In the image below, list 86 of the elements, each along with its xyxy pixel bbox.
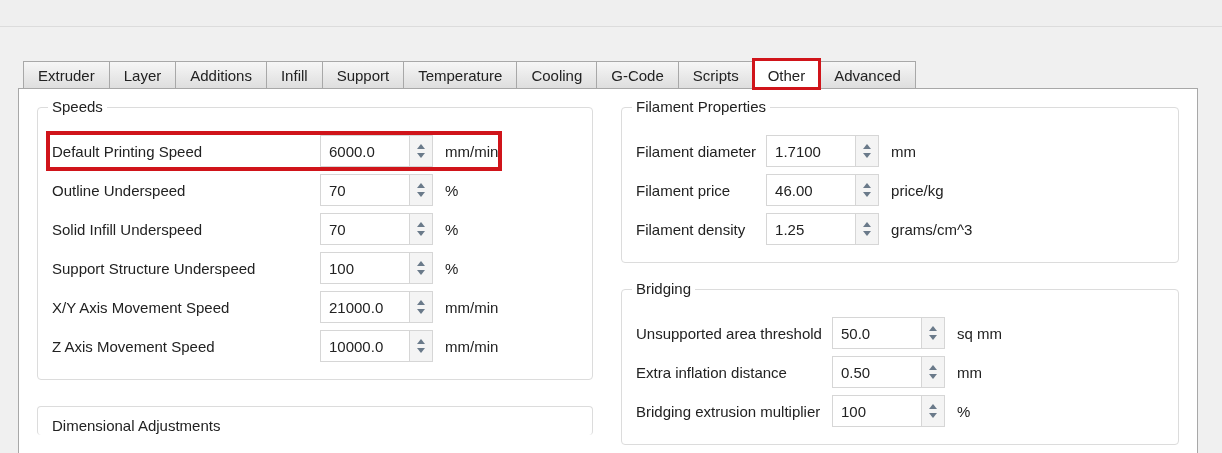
unit-label: mm — [890, 141, 918, 162]
tab[interactable]: G-Code — [596, 61, 679, 88]
unit-label: % — [444, 219, 460, 240]
tab[interactable]: Layer — [108, 61, 177, 88]
spin-control[interactable] — [409, 330, 433, 362]
down-arrow-icon — [417, 309, 425, 314]
unit-label: mm/min — [444, 297, 499, 318]
number-field[interactable]: 70 — [320, 174, 409, 206]
unit-label: % — [955, 401, 972, 422]
field-label: Support Structure Underspeed — [51, 258, 257, 279]
down-arrow-icon — [863, 231, 872, 236]
field-label: Unsupported area threshold — [635, 323, 823, 344]
field-label: Filament price — [635, 180, 732, 201]
up-arrow-icon — [928, 365, 937, 370]
field-label: Z Axis Movement Speed — [51, 336, 216, 357]
number-field[interactable]: 70 — [320, 213, 409, 245]
unit-label: price/kg — [890, 180, 945, 201]
unit-label: sq mm — [955, 323, 1002, 344]
spin-control[interactable] — [920, 317, 945, 349]
unit-label: % — [444, 180, 460, 201]
field-label: Default Printing Speed — [51, 141, 204, 162]
down-arrow-icon — [928, 413, 937, 418]
down-arrow-icon — [417, 231, 425, 236]
spin-control[interactable] — [920, 395, 945, 427]
down-arrow-icon — [417, 348, 425, 353]
number-field[interactable]: 10000.0 — [320, 330, 409, 362]
tab[interactable]: Cooling — [516, 61, 598, 88]
number-field[interactable]: 100 — [320, 252, 409, 284]
up-arrow-icon — [928, 326, 937, 331]
down-arrow-icon — [417, 153, 425, 158]
tab[interactable]: Extruder — [23, 61, 110, 88]
down-arrow-icon — [928, 374, 937, 379]
unit-label: grams/cm^3 — [890, 219, 973, 240]
field-label: Solid Infill Underspeed — [51, 219, 204, 240]
number-field[interactable]: 21000.0 — [320, 291, 409, 323]
unit-label: mm — [955, 362, 983, 383]
tab[interactable]: Temperature — [403, 61, 518, 88]
down-arrow-icon — [417, 192, 425, 197]
field-label: Filament diameter — [635, 141, 758, 162]
up-arrow-icon — [863, 144, 872, 149]
spin-control[interactable] — [855, 174, 880, 206]
spin-control[interactable] — [409, 252, 433, 284]
number-field[interactable]: 1.25 — [766, 213, 856, 245]
field-label: X/Y Axis Movement Speed — [51, 297, 231, 318]
number-field[interactable]: 1.7100 — [766, 135, 856, 167]
field-label: Bridging extrusion multiplier — [635, 401, 822, 422]
down-arrow-icon — [417, 270, 425, 275]
up-arrow-icon — [928, 404, 937, 409]
spin-control[interactable] — [920, 356, 945, 388]
tab[interactable]: Support — [321, 61, 405, 88]
up-arrow-icon — [417, 261, 425, 266]
up-arrow-icon — [863, 183, 872, 188]
number-field[interactable]: 6000.0 — [320, 135, 409, 167]
up-arrow-icon — [417, 300, 425, 305]
up-arrow-icon — [863, 222, 872, 227]
group-title: Filament Properties — [632, 98, 771, 116]
field-label: Filament density — [635, 219, 747, 240]
tab[interactable]: Advanced — [819, 61, 916, 88]
up-arrow-icon — [417, 144, 425, 149]
number-field[interactable]: 0.50 — [831, 356, 921, 388]
number-field[interactable]: 100 — [831, 395, 921, 427]
field-label: Outline Underspeed — [51, 180, 187, 201]
spin-control[interactable] — [409, 213, 433, 245]
tab[interactable]: Scripts — [677, 61, 754, 88]
spin-control[interactable] — [409, 135, 433, 167]
tab[interactable]: Other — [752, 59, 821, 89]
spin-control[interactable] — [409, 174, 433, 206]
tab[interactable]: Additions — [175, 61, 267, 88]
unit-label: % — [444, 258, 460, 279]
down-arrow-icon — [928, 335, 937, 340]
down-arrow-icon — [863, 192, 872, 197]
group-title: Speeds — [48, 98, 107, 116]
up-arrow-icon — [417, 339, 425, 344]
tab[interactable]: Infill — [265, 61, 323, 88]
up-arrow-icon — [417, 222, 425, 227]
down-arrow-icon — [863, 153, 872, 158]
spin-control[interactable] — [855, 135, 880, 167]
unit-label: mm/min — [444, 141, 499, 162]
spin-control[interactable] — [855, 213, 880, 245]
field-label: Extra inflation distance — [635, 362, 788, 383]
up-arrow-icon — [417, 183, 425, 188]
unit-label: mm/min — [444, 336, 499, 357]
group-title: Bridging — [632, 280, 696, 298]
number-field[interactable]: 46.00 — [766, 174, 856, 206]
number-field[interactable]: 50.0 — [831, 317, 921, 349]
spin-control[interactable] — [409, 291, 433, 323]
